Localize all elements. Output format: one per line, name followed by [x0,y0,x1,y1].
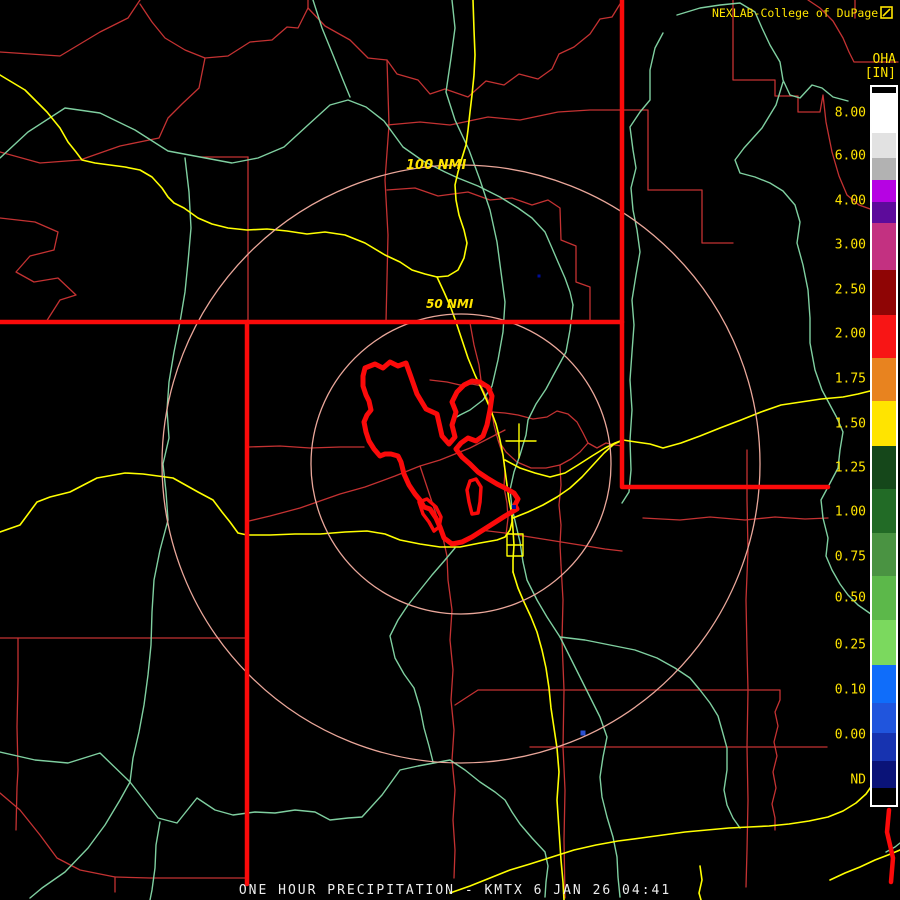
color-scale-segment [872,446,896,489]
color-scale-segment [872,315,896,358]
lake-island-outline [465,477,483,516]
highway-line [512,571,565,900]
scale-tick-label: 8.00 [834,105,866,121]
color-scale-segment [872,788,896,802]
county-border-line [307,3,621,98]
color-scale-segment [872,576,896,620]
county-border-line [558,464,562,566]
scale-tick-label: 0.00 [834,727,866,743]
product-code-label: OHA [872,52,896,67]
color-scale-segment [872,180,896,202]
range-ring-100-nmi [161,164,761,764]
color-scale-segment [872,158,896,180]
scale-tick-label: 1.50 [834,416,866,432]
color-scale-segment [872,703,896,733]
radar-map-canvas [0,0,900,900]
river-line [0,99,459,179]
precip-echo-cell [580,730,586,736]
color-scale-segment [872,93,896,133]
state-border-line [884,807,896,885]
county-border-line [386,187,591,323]
color-scale-segment [872,733,896,761]
river-line [29,157,192,899]
color-scale-segment [872,533,896,576]
range-ring-label-100nmi: 100 NMI [406,158,467,173]
color-scale-segment [872,223,896,270]
color-scale-segment [872,270,896,315]
river-line [457,177,574,306]
precip-echo-cell [537,274,541,278]
color-scale-segment [872,620,896,665]
county-border-line [384,59,390,323]
scale-tick-label: 2.50 [834,282,866,298]
color-scale-segment [872,401,896,446]
scale-tick-label: 1.25 [834,460,866,476]
radar-display: 100 NMI 50 NMI NEXLAB-College of DuPage … [0,0,900,900]
scale-tick-label: 0.10 [834,682,866,698]
county-border-line [479,529,623,552]
river-line [621,32,664,504]
river-line [522,561,621,898]
scale-tick-label: 1.00 [834,504,866,520]
county-border-line [386,109,623,126]
color-scale-segment [872,489,896,533]
nexlab-credit-text: NEXLAB-College of DuPage [712,6,879,20]
scale-tick-label: 2.00 [834,326,866,342]
range-ring-label-50nmi: 50 NMI [426,297,474,311]
scale-tick-label: 0.75 [834,549,866,565]
county-border-line [0,57,206,164]
scale-tick-label: 1.75 [834,371,866,387]
county-border-line [15,637,19,831]
county-border-line [745,449,749,888]
highway-line [698,865,703,900]
county-border-line [139,0,309,59]
color-scale-segment [872,665,896,703]
county-border-line [446,555,456,879]
scale-tick-label: ND [850,772,866,788]
highway-line [0,0,476,278]
river-line [149,821,161,900]
color-scale-segment [872,358,896,401]
scale-tick-label: 6.00 [834,148,866,164]
river-line [559,636,741,829]
county-border-line [642,516,829,521]
color-scale-segment [872,761,896,788]
product-caption: ONE HOUR PRECIPITATION - KMTX 6 JAN 26 0… [238,883,672,898]
county-border-line [114,876,249,879]
scale-tick-label: 0.25 [834,637,866,653]
highway-line [512,390,871,519]
color-scale-segment [872,202,896,223]
highway-line [449,771,878,894]
color-scale-segment [872,133,896,158]
scale-tick-label: 4.00 [834,193,866,209]
river-line [389,547,456,763]
county-border-line [248,429,506,522]
county-border-line [247,445,365,449]
river-line [445,0,506,419]
range-ring-50-nmi [310,313,612,615]
county-border-line [0,217,77,323]
precip-color-scale [870,85,898,807]
scale-tick-label: 0.50 [834,590,866,606]
precip-echo-cell [512,505,516,509]
cod-logo-icon [880,4,893,23]
county-border-line [491,410,623,449]
product-units-label: [IN] [864,66,896,81]
county-border-line [469,322,509,536]
county-border-line [560,564,566,899]
river-line [312,0,351,98]
river-line [0,751,549,898]
county-border-line [0,0,141,57]
scale-tick-label: 3.00 [834,237,866,253]
